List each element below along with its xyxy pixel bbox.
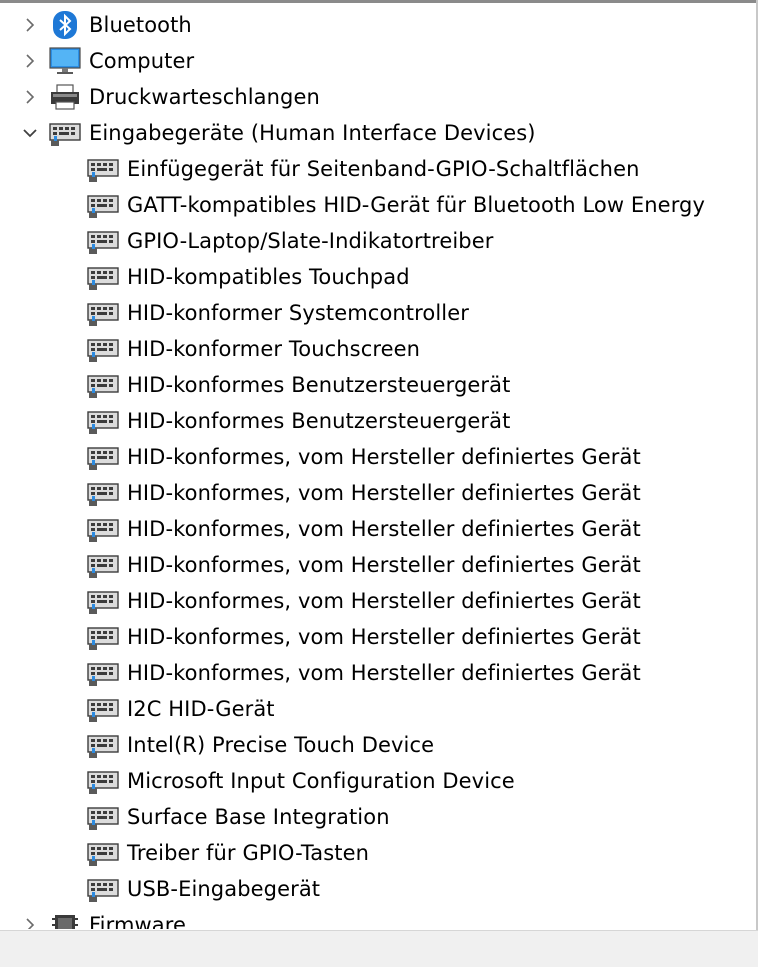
hid-device-label: HID-konformes, vom Hersteller definierte… [127, 481, 641, 505]
hid-device-label: HID-konformes, vom Hersteller definierte… [127, 517, 641, 541]
tree-node-bluetooth[interactable]: Bluetooth [0, 7, 756, 43]
hid-device-label: HID-konformes, vom Hersteller definierte… [127, 589, 641, 613]
hid-device-item[interactable]: Microsoft Input Configuration Device [0, 763, 756, 799]
hid-device-icon [86, 226, 120, 256]
chevron-down-icon[interactable] [18, 121, 42, 145]
hid-device-label: HID-konformer Touchscreen [127, 337, 421, 361]
hid-device-item[interactable]: HID-konformes, vom Hersteller definierte… [0, 439, 756, 475]
hid-device-icon [86, 874, 120, 904]
hid-device-icon [86, 298, 120, 328]
hid-device-icon [86, 442, 120, 472]
hid-device-label: Intel(R) Precise Touch Device [127, 733, 435, 757]
device-tree[interactable]: Bluetooth Computer Druckwarteschlangen E… [0, 7, 756, 929]
hid-device-icon [86, 514, 120, 544]
hid-device-item[interactable]: I2C HID-Gerät [0, 691, 756, 727]
window-top-border [0, 0, 758, 3]
hid-device-item[interactable]: HID-konformes, vom Hersteller definierte… [0, 475, 756, 511]
hid-device-label: HID-konformes Benutzersteuergerät [127, 409, 511, 433]
hid-device-label: Einfügegerät für Seitenband-GPIO-Schaltf… [127, 157, 640, 181]
tree-node-label: Firmware [89, 913, 187, 929]
hid-device-icon [86, 190, 120, 220]
hid-device-item[interactable]: GATT-kompatibles HID-Gerät für Bluetooth… [0, 187, 756, 223]
hid-device-item[interactable]: Surface Base Integration [0, 799, 756, 835]
hid-device-item[interactable]: HID-kompatibles Touchpad [0, 259, 756, 295]
hid-device-label: HID-konformes, vom Hersteller definierte… [127, 445, 641, 469]
hid-device-label: I2C HID-Gerät [127, 697, 275, 721]
hid-device-icon [86, 658, 120, 688]
printer-icon [48, 82, 82, 112]
hid-device-label: GPIO-Laptop/Slate-Indikatortreiber [127, 229, 494, 253]
tree-node-firmware[interactable]: Firmware [0, 907, 756, 929]
hid-device-icon [86, 730, 120, 760]
hid-device-item[interactable]: HID-konformes Benutzersteuergerät [0, 403, 756, 439]
hid-device-icon [86, 478, 120, 508]
tree-node-computer[interactable]: Computer [0, 43, 756, 79]
hid-device-icon [86, 262, 120, 292]
hid-device-label: HID-konformes, vom Hersteller definierte… [127, 553, 641, 577]
hid-device-item[interactable]: HID-konformer Touchscreen [0, 331, 756, 367]
hid-device-icon [86, 370, 120, 400]
hid-device-item[interactable]: GPIO-Laptop/Slate-Indikatortreiber [0, 223, 756, 259]
hid-device-label: HID-konformes Benutzersteuergerät [127, 373, 511, 397]
hid-device-item[interactable]: HID-konformes, vom Hersteller definierte… [0, 511, 756, 547]
chevron-right-icon[interactable] [18, 913, 42, 929]
hid-device-label: GATT-kompatibles HID-Gerät für Bluetooth… [127, 193, 706, 217]
chevron-right-icon[interactable] [18, 85, 42, 109]
hid-device-icon [86, 694, 120, 724]
status-bar [0, 930, 758, 967]
hid-device-item[interactable]: HID-konformes, vom Hersteller definierte… [0, 655, 756, 691]
hid-device-item[interactable]: Einfügegerät für Seitenband-GPIO-Schaltf… [0, 151, 756, 187]
hid-device-icon [86, 766, 120, 796]
hid-device-icon [86, 334, 120, 364]
hid-device-item[interactable]: HID-konformes, vom Hersteller definierte… [0, 619, 756, 655]
hid-device-label: HID-konformer Systemcontroller [127, 301, 469, 325]
tree-node-label: Bluetooth [89, 13, 192, 37]
hid-device-icon [86, 802, 120, 832]
bluetooth-icon [48, 10, 82, 40]
hid-device-item[interactable]: HID-konformer Systemcontroller [0, 295, 756, 331]
hid-device-label: Treiber für GPIO-Tasten [127, 841, 370, 865]
hid-device-icon [48, 118, 82, 148]
firmware-chip-icon [48, 910, 82, 929]
tree-node-label: Druckwarteschlangen [89, 85, 320, 109]
hid-device-item[interactable]: HID-konformes, vom Hersteller definierte… [0, 547, 756, 583]
hid-device-label: HID-konformes, vom Hersteller definierte… [127, 661, 641, 685]
computer-monitor-icon [48, 46, 82, 76]
tree-node-label: Eingabegeräte (Human Interface Devices) [89, 121, 536, 145]
hid-device-item[interactable]: HID-konformes, vom Hersteller definierte… [0, 583, 756, 619]
hid-device-icon [86, 586, 120, 616]
hid-device-item[interactable]: HID-konformes Benutzersteuergerät [0, 367, 756, 403]
hid-device-icon [86, 406, 120, 436]
hid-device-label: HID-kompatibles Touchpad [127, 265, 410, 289]
chevron-right-icon[interactable] [18, 13, 42, 37]
hid-device-icon [86, 622, 120, 652]
hid-device-label: Microsoft Input Configuration Device [127, 769, 515, 793]
tree-node-hid[interactable]: Eingabegeräte (Human Interface Devices) [0, 115, 756, 151]
hid-device-label: USB-Eingabegerät [127, 877, 321, 901]
tree-node-print-queues[interactable]: Druckwarteschlangen [0, 79, 756, 115]
hid-device-icon [86, 154, 120, 184]
hid-device-item[interactable]: Treiber für GPIO-Tasten [0, 835, 756, 871]
hid-device-item[interactable]: Intel(R) Precise Touch Device [0, 727, 756, 763]
hid-device-icon [86, 838, 120, 868]
hid-device-icon [86, 550, 120, 580]
tree-node-label: Computer [89, 49, 195, 73]
chevron-right-icon[interactable] [18, 49, 42, 73]
hid-device-label: HID-konformes, vom Hersteller definierte… [127, 625, 641, 649]
hid-device-item[interactable]: USB-Eingabegerät [0, 871, 756, 907]
hid-device-label: Surface Base Integration [127, 805, 390, 829]
